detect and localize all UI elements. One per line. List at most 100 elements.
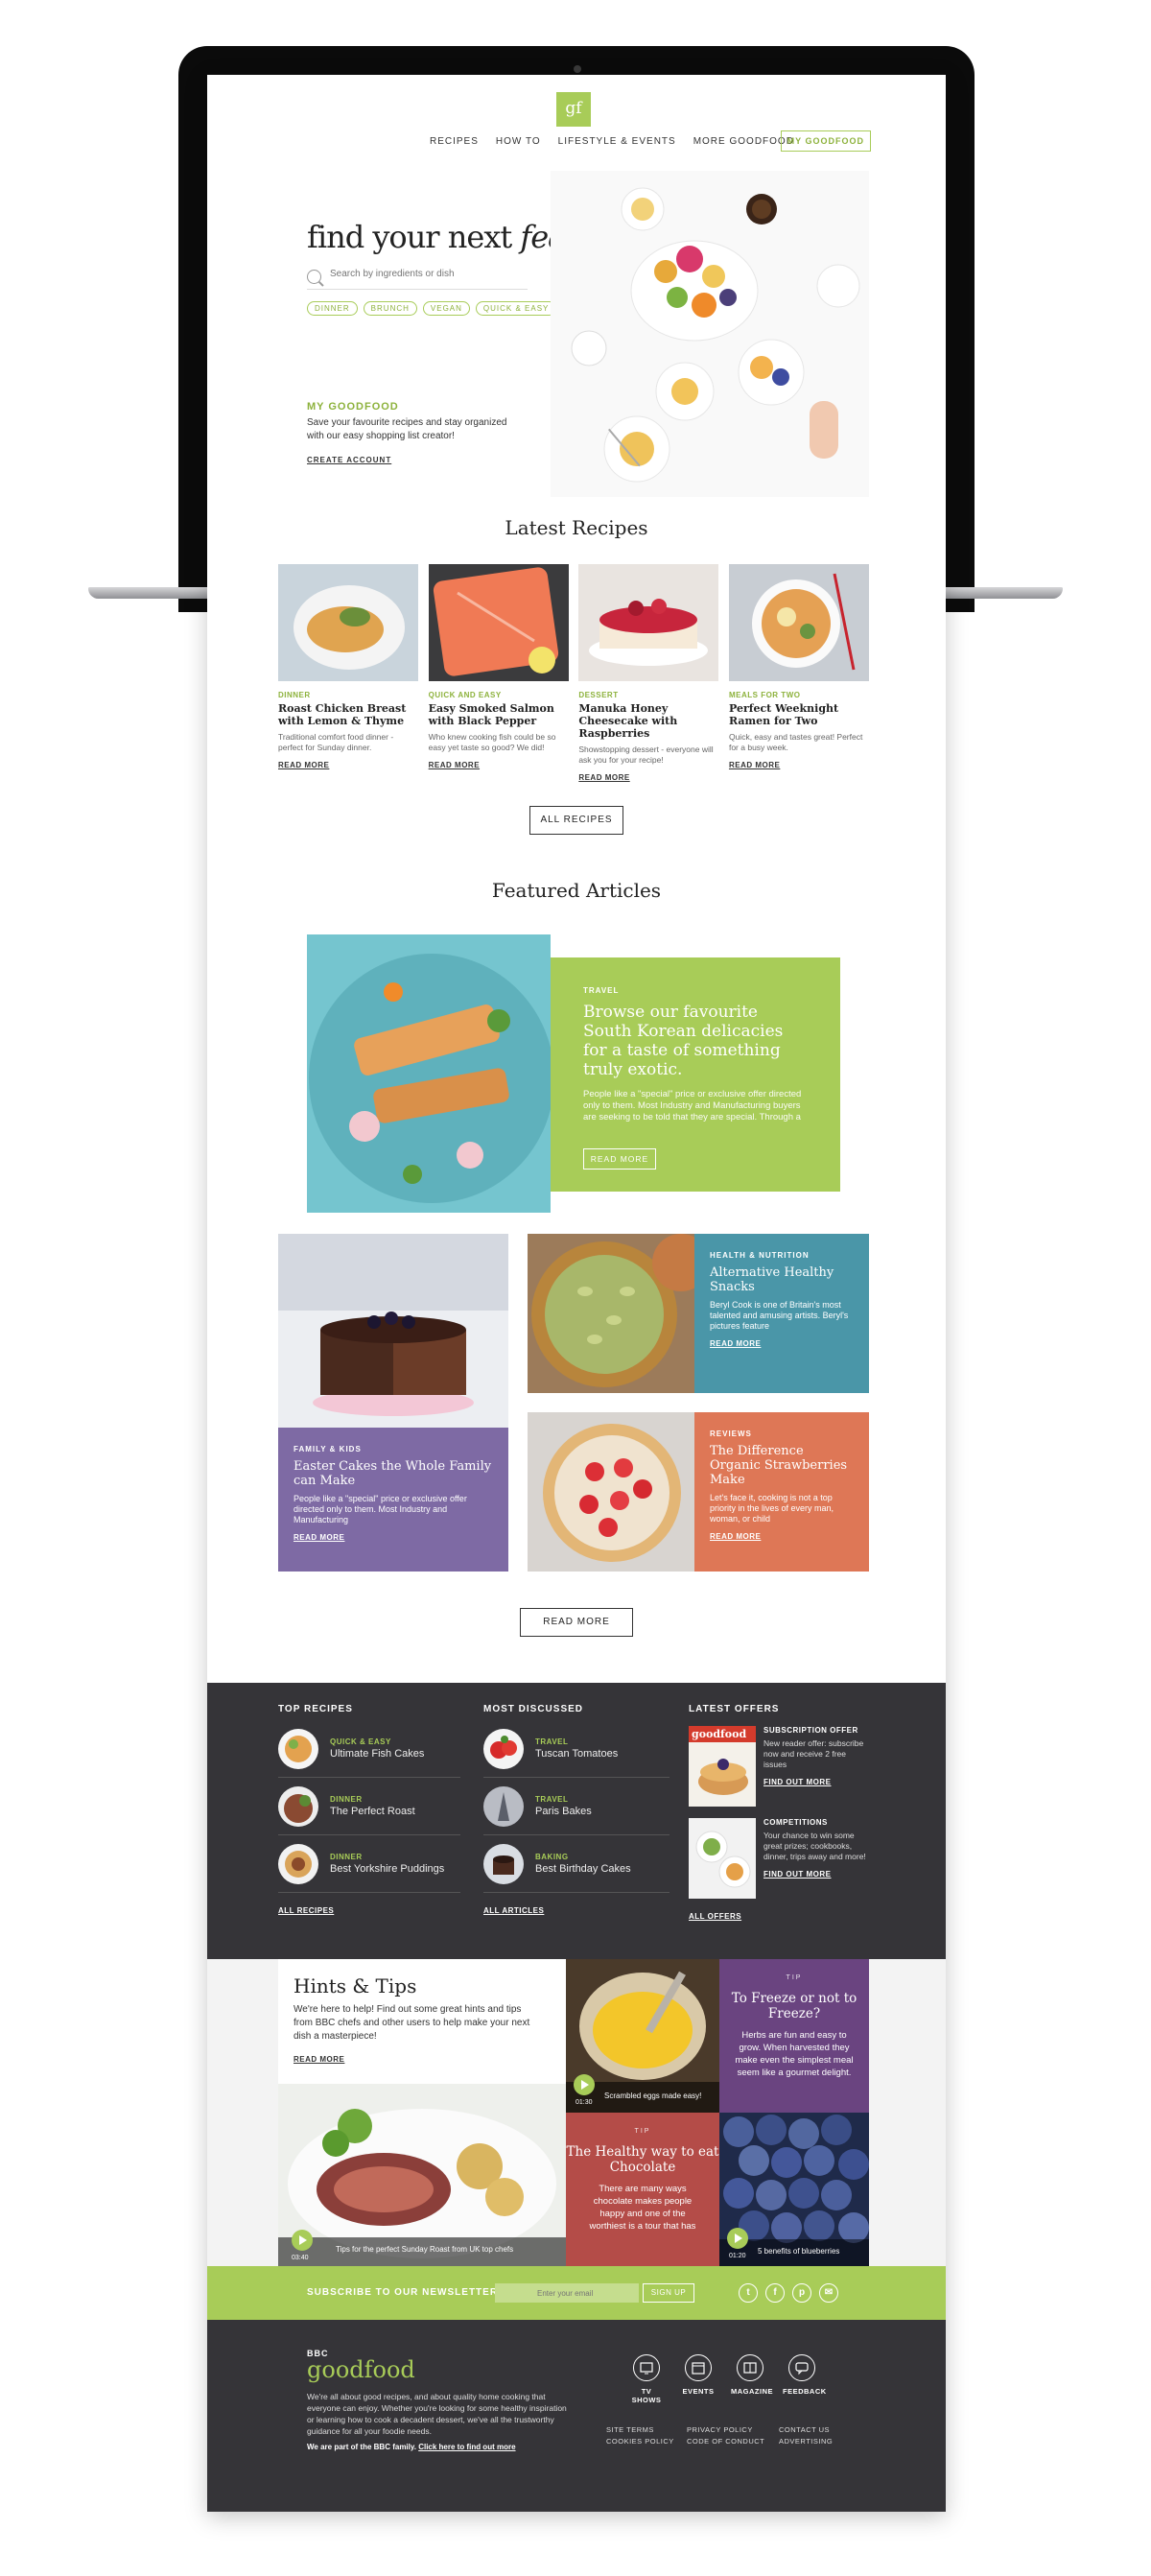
list-item[interactable]: TRAVEL Paris Bakes xyxy=(483,1778,669,1835)
recipe-card[interactable]: QUICK AND EASY Easy Smoked Salmon with B… xyxy=(428,564,569,782)
email-icon[interactable]: ✉ xyxy=(819,2283,838,2303)
recipe-read-more[interactable]: READ MORE xyxy=(278,761,418,769)
tag-vegan[interactable]: VEGAN xyxy=(422,301,470,316)
footer-bbc-link[interactable]: Click here to find out more xyxy=(418,2443,515,2451)
recipe-name[interactable]: Manuka Honey Cheesecake with Raspberries xyxy=(578,702,718,740)
tip-body: Herbs are fun and easy to grow. When har… xyxy=(735,2030,854,2078)
article-headline[interactable]: Alternative Healthy Snacks xyxy=(710,1265,854,1294)
footer-site-terms[interactable]: SITE TERMS xyxy=(606,2425,654,2434)
featured-main-read-more[interactable]: READ MORE xyxy=(583,1148,656,1170)
hints-text: We're here to help! Find out some great … xyxy=(294,2004,530,2042)
all-recipes-button[interactable]: ALL RECIPES xyxy=(529,806,623,835)
site-logo[interactable]: gf xyxy=(556,92,591,127)
featured-articles-title: Featured Articles xyxy=(491,879,662,902)
tag-quick-easy[interactable]: QUICK & EASY xyxy=(475,301,557,316)
footer-feedback[interactable]: FEEDBACK xyxy=(783,2354,826,2396)
thumb-perfect-roast xyxy=(278,1785,318,1827)
create-account-link[interactable]: CREATE ACCOUNT xyxy=(307,456,391,464)
footer-cookies-policy[interactable]: COOKIES POLICY xyxy=(606,2437,674,2446)
article-headline[interactable]: Easter Cakes the Whole Family can Make xyxy=(294,1459,493,1488)
featured-read-more-button[interactable]: READ MORE xyxy=(520,1608,633,1637)
twitter-icon[interactable]: t xyxy=(739,2283,758,2303)
list-item[interactable]: BAKING Best Birthday Cakes xyxy=(483,1835,669,1893)
calendar-icon xyxy=(685,2354,712,2381)
tip-chocolate-card[interactable]: TIP The Healthy way to eat Chocolate The… xyxy=(566,2113,719,2266)
article-headline[interactable]: The Difference Organic Strawberries Make xyxy=(710,1444,854,1487)
all-recipes-link[interactable]: ALL RECIPES xyxy=(278,1906,460,1915)
footer-advertising[interactable]: ADVERTISING xyxy=(779,2437,833,2446)
recipe-image-cheesecake xyxy=(578,564,719,681)
tip-headline[interactable]: The Healthy way to eat Chocolate xyxy=(566,2144,719,2175)
item-category: TRAVEL xyxy=(535,1737,569,1746)
list-item[interactable]: QUICK & EASY Ultimate Fish Cakes xyxy=(278,1720,460,1778)
tip-freeze-card[interactable]: TIP To Freeze or not to Freeze? Herbs ar… xyxy=(719,1959,869,2113)
hero-tags: DINNER BRUNCH VEGAN QUICK & EASY xyxy=(307,301,557,316)
item-name[interactable]: The Perfect Roast xyxy=(330,1806,415,1817)
hints-read-more[interactable]: READ MORE xyxy=(294,2055,344,2064)
item-name[interactable]: Ultimate Fish Cakes xyxy=(330,1748,424,1760)
newsletter-email-input[interactable] xyxy=(495,2283,639,2303)
footer-privacy-policy[interactable]: PRIVACY POLICY xyxy=(687,2425,753,2434)
article-read-more[interactable]: READ MORE xyxy=(710,1532,854,1541)
nav-recipes[interactable]: RECIPES xyxy=(430,136,479,147)
recipe-read-more[interactable]: READ MORE xyxy=(578,773,718,782)
featured-main-category: TRAVEL xyxy=(583,986,620,995)
my-goodfood-button[interactable]: MY GOODFOOD xyxy=(780,130,871,152)
item-name[interactable]: Tuscan Tomatoes xyxy=(535,1748,618,1760)
recipe-card[interactable]: MEALS FOR TWO Perfect Weeknight Ramen fo… xyxy=(728,564,869,782)
recipe-name[interactable]: Easy Smoked Salmon with Black Pepper xyxy=(429,702,569,727)
mygf-title: MY GOODFOOD xyxy=(307,401,399,413)
tv-icon xyxy=(633,2354,660,2381)
item-name[interactable]: Best Yorkshire Puddings xyxy=(330,1863,444,1875)
featured-main-body: People like a "special" price or exclusi… xyxy=(583,1089,802,1123)
item-name[interactable]: Paris Bakes xyxy=(535,1806,592,1817)
video-caption: Tips for the perfect Sunday Roast from U… xyxy=(336,2245,514,2254)
recipe-name[interactable]: Perfect Weeknight Ramen for Two xyxy=(729,702,869,727)
list-item[interactable]: TRAVEL Tuscan Tomatoes xyxy=(483,1720,669,1778)
recipe-card[interactable]: DINNER Roast Chicken Breast with Lemon &… xyxy=(278,564,418,782)
tag-brunch[interactable]: BRUNCH xyxy=(363,301,417,316)
play-icon[interactable] xyxy=(727,2228,748,2249)
article-read-more[interactable]: READ MORE xyxy=(294,1533,493,1542)
video-scrambled-eggs[interactable]: 01:30 Scrambled eggs made easy! xyxy=(566,1959,719,2113)
play-icon[interactable] xyxy=(292,2230,313,2251)
nav-more-goodfood[interactable]: MORE GOODFOOD xyxy=(693,136,794,147)
footer-code-of-conduct[interactable]: CODE OF CONDUCT xyxy=(687,2437,764,2446)
pinterest-icon[interactable]: p xyxy=(792,2283,811,2303)
recipe-read-more[interactable]: READ MORE xyxy=(729,761,869,769)
tip-body: There are many ways chocolate makes peop… xyxy=(589,2184,696,2232)
all-offers-link[interactable]: ALL OFFERS xyxy=(689,1912,871,1921)
offer-subscription[interactable]: goodfood SUBSCRIPTION OFFER New reader o… xyxy=(689,1726,871,1807)
video-time: 01:20 xyxy=(729,2253,746,2259)
offer-competitions[interactable]: COMPETITIONS Your chance to win some gre… xyxy=(689,1818,871,1899)
nav-how-to[interactable]: HOW TO xyxy=(496,136,541,147)
offer-find-out-more[interactable]: FIND OUT MORE xyxy=(763,1870,871,1879)
nav-lifestyle-events[interactable]: LIFESTYLE & EVENTS xyxy=(558,136,676,147)
play-icon[interactable] xyxy=(574,2074,595,2095)
goodfood-logo[interactable]: goodfood xyxy=(307,2356,415,2383)
video-caption: Scrambled eggs made easy! xyxy=(604,2092,702,2100)
footer-magazine[interactable]: MAGAZINE xyxy=(731,2354,773,2396)
footer-contact-us[interactable]: CONTACT US xyxy=(779,2425,830,2434)
facebook-icon[interactable]: f xyxy=(765,2283,785,2303)
video-sunday-roast[interactable]: 03:40 Tips for the perfect Sunday Roast … xyxy=(278,2084,566,2266)
recipe-card[interactable]: DESSERT Manuka Honey Cheesecake with Ras… xyxy=(578,564,719,782)
recipe-desc: Traditional comfort food dinner - perfec… xyxy=(278,732,394,752)
magazine-cover-image: goodfood xyxy=(689,1726,756,1807)
offer-find-out-more[interactable]: FIND OUT MORE xyxy=(763,1778,871,1786)
tip-headline[interactable]: To Freeze or not to Freeze? xyxy=(719,1991,869,2021)
newsletter-sign-up-button[interactable]: SIGN UP xyxy=(643,2283,694,2303)
featured-main-headline[interactable]: Browse our favourite South Korean delica… xyxy=(583,1003,808,1079)
footer-tv-shows[interactable]: TV SHOWS xyxy=(627,2354,666,2404)
video-blueberries[interactable]: 01:20 5 benefits of blueberries xyxy=(719,2113,869,2266)
search-input[interactable] xyxy=(330,269,522,279)
list-item[interactable]: DINNER The Perfect Roast xyxy=(278,1778,460,1835)
tag-dinner[interactable]: DINNER xyxy=(307,301,358,316)
all-articles-link[interactable]: ALL ARTICLES xyxy=(483,1906,669,1915)
list-item[interactable]: DINNER Best Yorkshire Puddings xyxy=(278,1835,460,1893)
footer-events[interactable]: EVENTS xyxy=(679,2354,717,2396)
recipe-name[interactable]: Roast Chicken Breast with Lemon & Thyme xyxy=(278,702,418,727)
recipe-read-more[interactable]: READ MORE xyxy=(429,761,569,769)
article-read-more[interactable]: READ MORE xyxy=(710,1339,854,1348)
item-name[interactable]: Best Birthday Cakes xyxy=(535,1863,631,1875)
